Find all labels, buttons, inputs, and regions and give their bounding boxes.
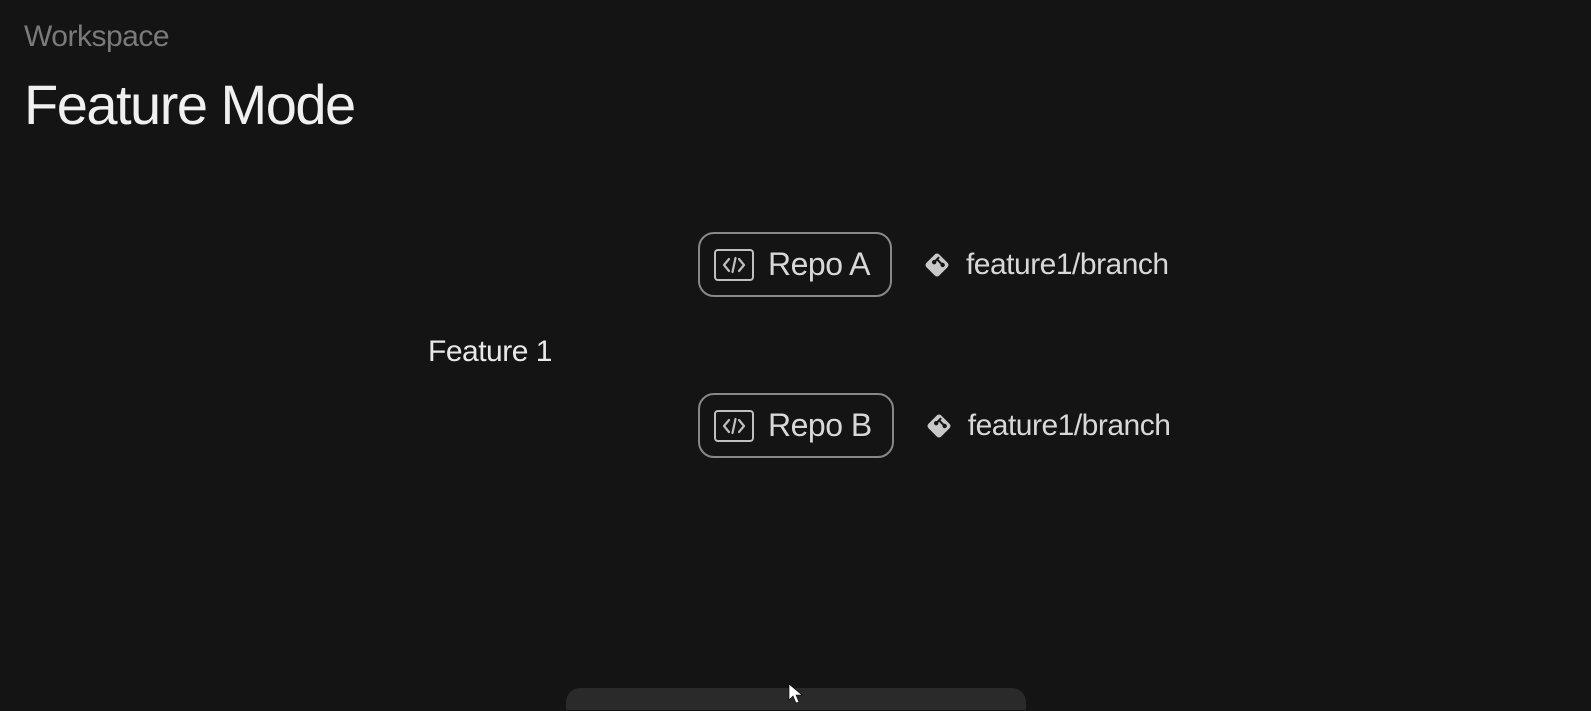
repo-name: Repo B bbox=[768, 407, 872, 444]
branch-block: feature1/branch bbox=[922, 248, 1169, 282]
breadcrumb[interactable]: Workspace bbox=[24, 20, 1567, 54]
feature-label: Feature 1 bbox=[428, 335, 552, 369]
cursor-icon bbox=[787, 682, 805, 711]
branch-name: feature1/branch bbox=[968, 409, 1171, 443]
repo-chip-b[interactable]: Repo B bbox=[698, 393, 894, 458]
repo-row: Repo B feat bbox=[698, 393, 1170, 458]
git-icon bbox=[924, 411, 954, 441]
code-icon bbox=[714, 410, 754, 442]
page-title: Feature Mode bbox=[24, 72, 1567, 137]
repo-row: Repo A feat bbox=[698, 232, 1170, 297]
code-icon bbox=[714, 249, 754, 281]
git-icon bbox=[922, 250, 952, 280]
branch-name: feature1/branch bbox=[966, 248, 1169, 282]
media-control-bar[interactable] bbox=[566, 688, 1026, 710]
repo-name: Repo A bbox=[768, 246, 870, 283]
branch-block: feature1/branch bbox=[924, 409, 1171, 443]
repo-chip-a[interactable]: Repo A bbox=[698, 232, 892, 297]
